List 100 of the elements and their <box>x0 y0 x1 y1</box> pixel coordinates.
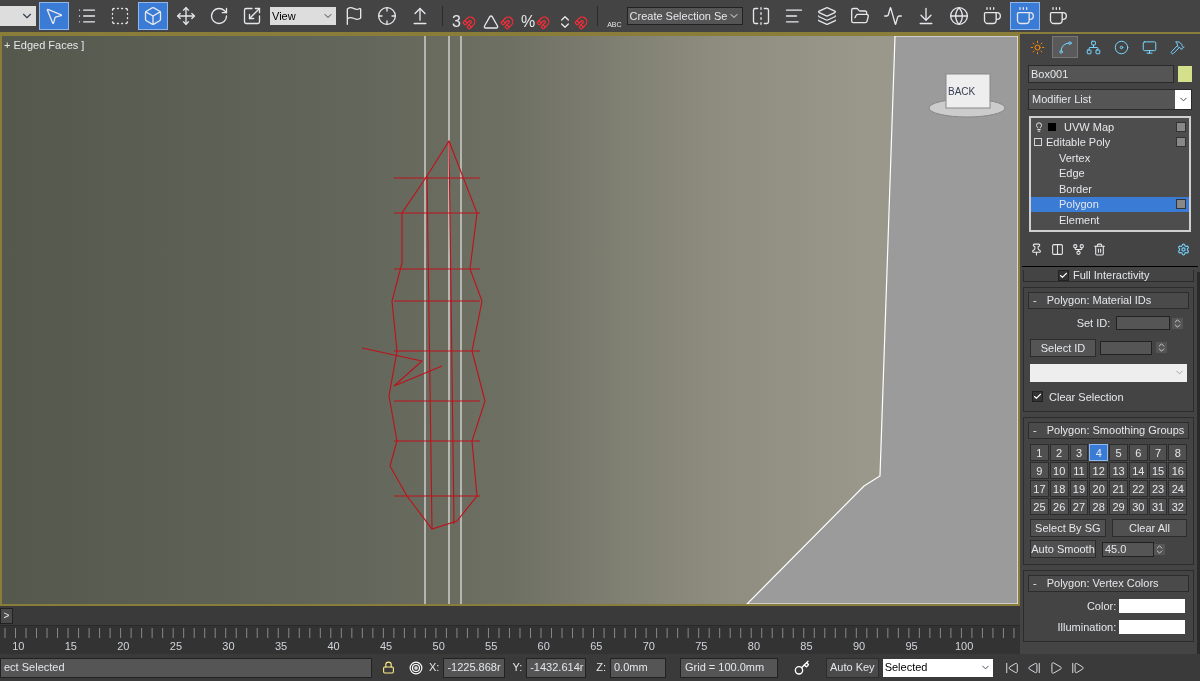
smoothing-group-button[interactable]: 18 <box>1049 480 1069 497</box>
toggle-square[interactable] <box>1176 121 1186 132</box>
magnet-icon <box>499 16 514 30</box>
pin-icon[interactable] <box>1030 242 1043 256</box>
auto-smooth-button[interactable]: Auto Smooth <box>1030 540 1096 558</box>
material-dropdown[interactable] <box>1030 363 1188 382</box>
playback-button[interactable] <box>1048 660 1063 675</box>
rollout-header[interactable]: - Polygon: Vertex Colors <box>1028 575 1190 592</box>
smoothing-group-button[interactable]: 26 <box>1049 498 1069 515</box>
panel-tab[interactable] <box>1052 36 1078 58</box>
modifier-list-dropdown[interactable]: Modifier List <box>1028 89 1192 110</box>
checkbox[interactable] <box>1032 391 1043 403</box>
smoothing-group-button[interactable]: 28 <box>1089 498 1109 515</box>
collapse-icon[interactable] <box>1034 138 1042 147</box>
smoothing-group-button[interactable]: 6 <box>1128 444 1148 461</box>
smoothing-group-button[interactable]: 25 <box>1030 498 1049 515</box>
stack-subitem[interactable]: Border <box>1031 181 1189 197</box>
target-icon[interactable] <box>409 660 423 675</box>
id-field[interactable] <box>1100 340 1152 355</box>
smoothing-group-button[interactable]: 3 <box>1069 444 1089 461</box>
tool-button[interactable] <box>138 2 168 30</box>
smoothing-group-button[interactable]: 5 <box>1109 444 1128 461</box>
y-field[interactable]: -1432.614r <box>526 657 587 678</box>
next-frame-button[interactable]: > <box>0 607 13 624</box>
smoothing-group-button[interactable]: 32 <box>1168 498 1188 515</box>
pointer-icon <box>44 6 64 26</box>
set-id-field[interactable] <box>1116 316 1171 331</box>
smoothing-group-button[interactable]: 29 <box>1109 498 1128 515</box>
stack-subitem[interactable]: Vertex <box>1031 150 1189 166</box>
tool-button[interactable] <box>1009 2 1040 30</box>
smoothing-group-button[interactable]: 2 <box>1049 444 1069 461</box>
selection-set-dropdown[interactable]: Create Selection Se <box>626 7 743 25</box>
smoothing-group-button[interactable]: 23 <box>1148 480 1168 497</box>
smoothing-group-button[interactable]: 21 <box>1109 480 1128 497</box>
stack-item[interactable]: Editable Poly <box>1031 134 1189 150</box>
smoothing-group-button[interactable]: 10 <box>1049 462 1069 479</box>
fork-icon[interactable] <box>1072 242 1085 256</box>
smoothing-group-button[interactable]: 13 <box>1109 462 1128 479</box>
color-swatch[interactable] <box>1119 619 1186 634</box>
disc-icon <box>1113 39 1129 55</box>
stack-item[interactable]: UVW Map <box>1031 119 1189 135</box>
viewcube-label: BACK <box>948 85 976 99</box>
bin-icon[interactable] <box>1093 242 1106 256</box>
spinner-icon[interactable] <box>1154 543 1165 555</box>
z-field[interactable]: 0.0mm <box>610 657 666 678</box>
smoothing-group-button[interactable]: 22 <box>1128 480 1148 497</box>
rollout-header[interactable]: - Polygon: Smoothing Groups <box>1028 422 1190 439</box>
checkbox[interactable] <box>1058 270 1069 281</box>
smoothing-group-button[interactable]: 14 <box>1128 462 1148 479</box>
stack-subitem[interactable]: Edge <box>1031 165 1189 181</box>
smoothing-group-button[interactable]: 20 <box>1089 480 1109 497</box>
monitor-icon <box>1141 39 1157 55</box>
option-label: Full Interactivity <box>1073 270 1150 281</box>
clear-all-button[interactable]: Clear All <box>1111 519 1188 537</box>
auto-key-button[interactable]: Auto Key <box>826 657 879 678</box>
frame-number: 15 <box>63 638 78 654</box>
playback-button[interactable] <box>1004 660 1019 675</box>
snap-toggle[interactable]: % <box>518 2 553 30</box>
smoothing-group-button[interactable]: 11 <box>1069 462 1089 479</box>
dropdown-field[interactable] <box>0 6 36 26</box>
lock-icon[interactable] <box>382 661 395 674</box>
object-color-swatch[interactable] <box>1178 66 1192 82</box>
smoothing-group-button[interactable]: 30 <box>1128 498 1148 515</box>
spinner-icon[interactable] <box>1156 342 1167 353</box>
smoothing-group-button[interactable]: 17 <box>1030 480 1049 497</box>
select-by-sg-button[interactable]: Select By SG <box>1030 519 1106 537</box>
smoothing-group-button[interactable]: 27 <box>1069 498 1089 515</box>
select-id-button[interactable]: Select ID <box>1030 338 1096 357</box>
key-filter-dropdown[interactable]: Selected <box>882 658 993 677</box>
playback-button[interactable] <box>1070 660 1085 675</box>
smoothing-group-button[interactable]: 9 <box>1030 462 1049 479</box>
stack-subitem[interactable]: Element <box>1031 212 1189 228</box>
threshold-field[interactable]: 45.0 <box>1102 541 1154 557</box>
toggle-square[interactable] <box>1176 199 1186 210</box>
snap-toggle[interactable]: 3 <box>450 2 478 30</box>
smoothing-group-button[interactable]: 15 <box>1148 462 1168 479</box>
playback-button[interactable] <box>1026 660 1041 675</box>
smoothing-group-button[interactable]: 8 <box>1168 444 1188 461</box>
smoothing-group-button[interactable]: 7 <box>1148 444 1168 461</box>
smoothing-group-button[interactable]: 19 <box>1069 480 1089 497</box>
settings-icon[interactable] <box>1177 242 1190 256</box>
magnet-icon <box>461 16 476 30</box>
coordinate-dropdown[interactable]: View <box>270 7 336 25</box>
smoothing-group-button[interactable]: 31 <box>1148 498 1168 515</box>
color-swatch[interactable] <box>1119 599 1186 614</box>
key-icon[interactable] <box>794 659 810 676</box>
smoothing-group-button[interactable]: 1 <box>1030 444 1049 461</box>
tool-button[interactable] <box>39 2 69 30</box>
smoothing-group-button[interactable]: 16 <box>1168 462 1188 479</box>
columns-icon[interactable] <box>1051 242 1064 256</box>
stack-subitem[interactable]: Polygon <box>1031 196 1189 212</box>
lightbulb-icon[interactable] <box>1034 121 1044 132</box>
rollout-header[interactable]: - Polygon: Material IDs <box>1028 292 1190 309</box>
spinner-icon[interactable] <box>1172 317 1184 329</box>
frame-number: 25 <box>168 638 184 654</box>
toggle-square[interactable] <box>1176 137 1186 148</box>
smoothing-group-button[interactable]: 12 <box>1089 462 1109 479</box>
object-name-field[interactable]: Box001 <box>1028 65 1174 83</box>
smoothing-group-button[interactable]: 24 <box>1168 480 1188 497</box>
x-field[interactable]: -1225.868r <box>443 657 506 678</box>
